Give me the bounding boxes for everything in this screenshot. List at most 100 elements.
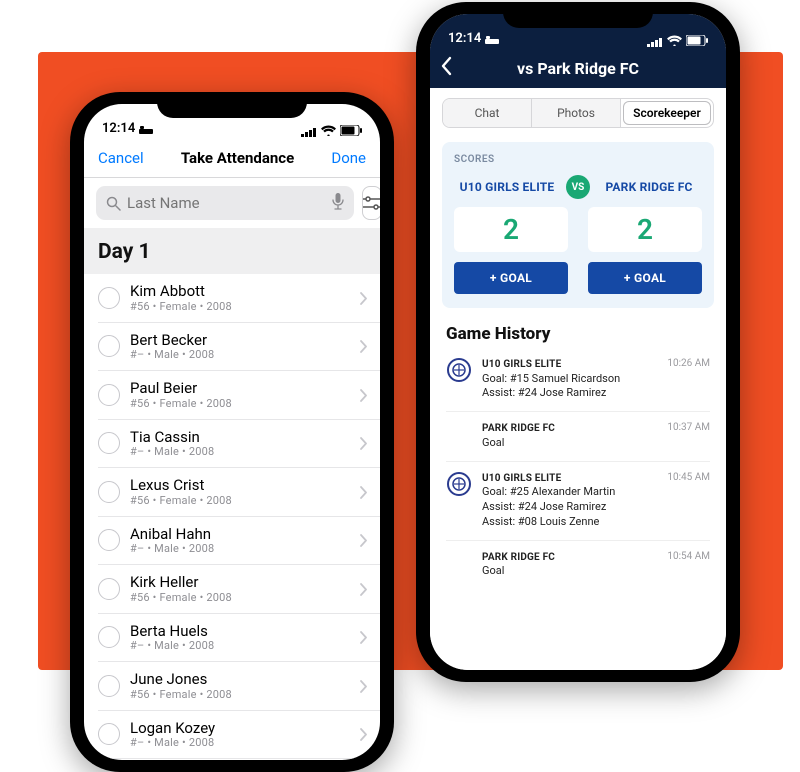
vs-badge: VS <box>566 175 590 199</box>
notch <box>157 92 307 118</box>
page-title: vs Park Ridge FC <box>517 59 639 78</box>
back-button[interactable] <box>440 56 452 81</box>
nav-bar: vs Park Ridge FC <box>430 48 726 88</box>
chevron-right-icon <box>360 676 368 696</box>
roster-list[interactable]: Kim Abbott#56 • Female • 2008Bert Becker… <box>84 274 380 760</box>
player-name: June Jones <box>130 671 350 688</box>
history-team: PARK RIDGE FC <box>482 551 657 565</box>
roster-row[interactable]: Skye Kuphal#56 • Female • 2008 <box>98 759 380 760</box>
attendance-radio[interactable] <box>98 481 120 503</box>
scores-label: SCORES <box>454 154 702 165</box>
attendance-radio[interactable] <box>98 675 120 697</box>
player-meta: #– • Male • 2008 <box>130 445 350 458</box>
segmented-tabs: Chat Photos Scorekeeper <box>442 98 714 128</box>
attendance-radio[interactable] <box>98 529 120 551</box>
history-time: 10:37 AM <box>667 422 710 450</box>
chevron-right-icon <box>360 530 368 550</box>
roster-row[interactable]: Paul Beier#56 • Female • 2008 <box>98 371 380 420</box>
chevron-right-icon <box>360 579 368 599</box>
player-meta: #– • Male • 2008 <box>130 639 350 652</box>
roster-row[interactable]: June Jones#56 • Female • 2008 <box>98 662 380 711</box>
history-item: PARK RIDGE FCGoal 10:54 AM <box>446 541 710 589</box>
wifi-icon <box>667 35 682 46</box>
battery-icon <box>686 35 708 46</box>
status-time: 12:14 <box>448 31 481 46</box>
signal-icon <box>301 126 317 136</box>
add-goal-team-b-button[interactable]: + GOAL <box>588 262 702 294</box>
filter-button[interactable] <box>362 186 380 220</box>
history-time: 10:54 AM <box>667 551 710 579</box>
mic-icon[interactable] <box>332 193 344 214</box>
notch <box>503 2 653 28</box>
sliders-icon <box>363 196 380 210</box>
roster-row[interactable]: Bert Becker#– • Male • 2008 <box>98 323 380 372</box>
attendance-radio[interactable] <box>98 626 120 648</box>
tab-photos[interactable]: Photos <box>532 99 621 127</box>
cancel-button[interactable]: Cancel <box>98 149 144 167</box>
player-meta: #56 • Female • 2008 <box>130 688 350 701</box>
roster-row[interactable]: Anibal Hahn#– • Male • 2008 <box>98 517 380 566</box>
search-field[interactable] <box>127 194 326 212</box>
history-item: U10 GIRLS ELITEGoal: #15 Samuel Ricardso… <box>446 348 710 412</box>
player-name: Berta Huels <box>130 623 350 640</box>
attendance-radio[interactable] <box>98 335 120 357</box>
history-team: U10 GIRLS ELITE <box>482 358 657 372</box>
player-meta: #– • Male • 2008 <box>130 542 350 555</box>
player-meta: #– • Male • 2008 <box>130 736 350 749</box>
chevron-right-icon <box>360 482 368 502</box>
add-goal-team-a-button[interactable]: + GOAL <box>454 262 568 294</box>
chevron-right-icon <box>360 336 368 356</box>
score-card: SCORES U10 GIRLS ELITE VS PARK RIDGE FC … <box>442 142 714 308</box>
history-line: Goal: #15 Samuel Ricardson <box>482 372 657 387</box>
history-line: Assist: #08 Louis Zenne <box>482 515 657 530</box>
history-line: Goal <box>482 564 657 579</box>
player-name: Paul Beier <box>130 380 350 397</box>
chevron-right-icon <box>360 627 368 647</box>
attendance-radio[interactable] <box>98 578 120 600</box>
roster-row[interactable]: Kim Abbott#56 • Female • 2008 <box>98 274 380 323</box>
roster-row[interactable]: Kirk Heller#56 • Female • 2008 <box>98 565 380 614</box>
player-name: Kirk Heller <box>130 574 350 591</box>
history-time: 10:26 AM <box>667 358 710 401</box>
roster-row[interactable]: Lexus Crist#56 • Female • 2008 <box>98 468 380 517</box>
section-header: Day 1 <box>84 228 380 274</box>
done-button[interactable]: Done <box>331 149 366 167</box>
attendance-radio[interactable] <box>98 287 120 309</box>
signal-icon <box>647 36 663 46</box>
history-team: U10 GIRLS ELITE <box>482 472 657 486</box>
player-meta: #56 • Female • 2008 <box>130 591 350 604</box>
player-name: Bert Becker <box>130 332 350 349</box>
roster-row[interactable]: Berta Huels#– • Male • 2008 <box>98 614 380 663</box>
chevron-right-icon <box>360 385 368 405</box>
history-line: Goal <box>482 436 657 451</box>
roster-row[interactable]: Tia Cassin#– • Male • 2008 <box>98 420 380 469</box>
search-input[interactable] <box>96 186 354 220</box>
history-time: 10:45 AM <box>667 472 710 530</box>
attendance-radio[interactable] <box>98 432 120 454</box>
tab-chat[interactable]: Chat <box>443 99 532 127</box>
attendance-radio[interactable] <box>98 723 120 745</box>
wifi-icon <box>321 125 336 136</box>
chevron-right-icon <box>360 433 368 453</box>
chevron-right-icon <box>360 724 368 744</box>
history-line: Assist: #24 Jose Ramirez <box>482 500 657 515</box>
chevron-right-icon <box>360 288 368 308</box>
roster-row[interactable]: Logan Kozey#– • Male • 2008 <box>98 711 380 760</box>
player-name: Lexus Crist <box>130 477 350 494</box>
tab-scorekeeper[interactable]: Scorekeeper <box>623 101 711 125</box>
status-time: 12:14 <box>102 121 135 136</box>
history-item: U10 GIRLS ELITEGoal: #25 Alexander Marti… <box>446 462 710 541</box>
team-a-name: U10 GIRLS ELITE <box>454 180 560 194</box>
player-meta: #56 • Female • 2008 <box>130 300 350 313</box>
team-logo-icon <box>447 358 471 382</box>
phone-scorekeeper: 12:14 vs Park Ridge FC <box>416 2 740 682</box>
history-team: PARK RIDGE FC <box>482 422 657 436</box>
game-history-list: U10 GIRLS ELITEGoal: #15 Samuel Ricardso… <box>430 348 726 599</box>
search-row <box>84 178 380 228</box>
attendance-radio[interactable] <box>98 384 120 406</box>
game-history-title: Game History <box>430 318 726 348</box>
do-not-disturb-icon <box>139 124 153 134</box>
team-b-score: 2 <box>588 207 702 252</box>
search-icon <box>106 196 121 211</box>
battery-icon <box>340 125 362 136</box>
